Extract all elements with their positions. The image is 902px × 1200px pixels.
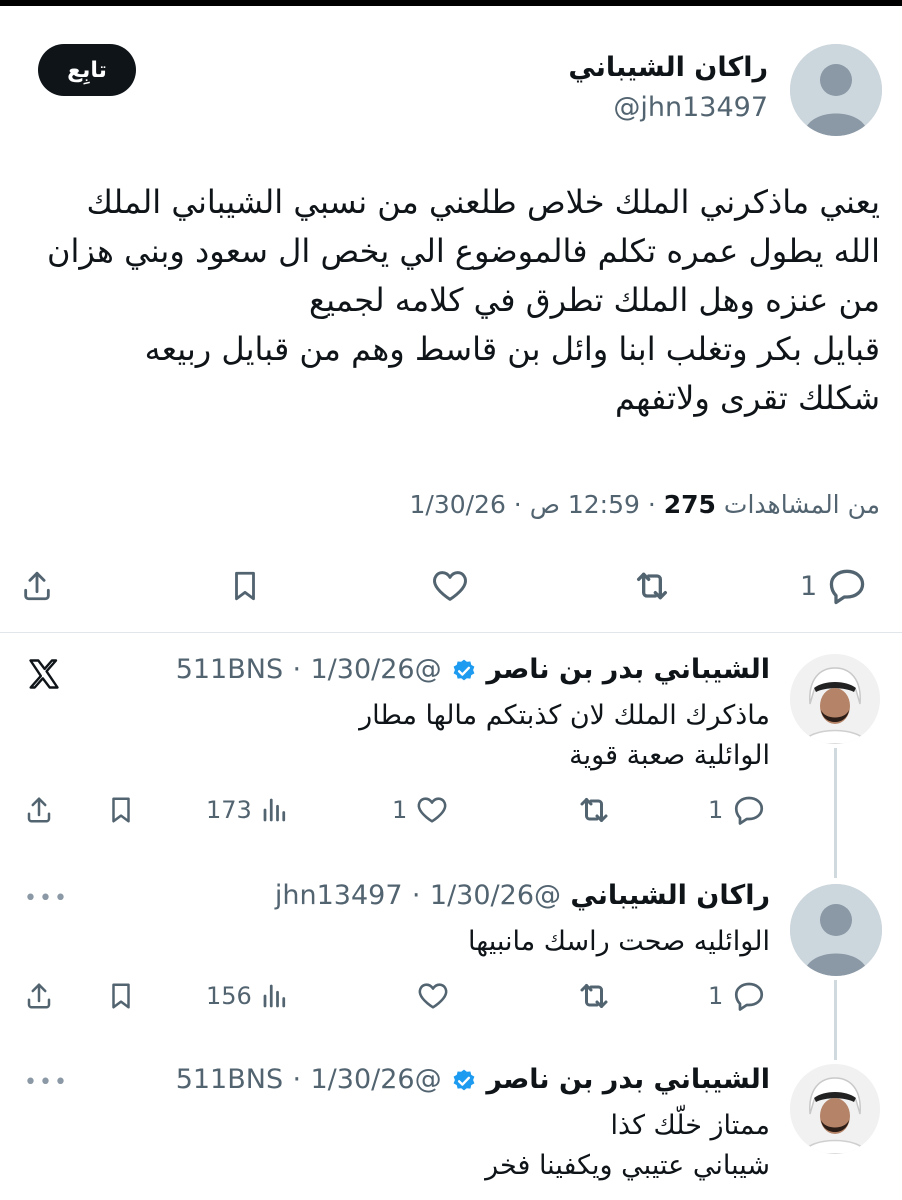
reply-line: الوائلية صعبة قوية [569,740,770,771]
retweet-icon [637,572,667,600]
reply1-text: ماذكرك الملك لان كذبتكم مالها مطار الوائ… [359,696,770,776]
more-icon[interactable]: ••• [24,886,69,911]
reply3-text: ممتاز خلّك كذا شيباني عتيبي ويكفينا فخر [485,1106,770,1186]
tweet-time[interactable]: 12:59 ص [530,490,640,519]
tweet-line: من عنزه وهل الملك تطرق في كلامه لجميع [309,281,880,319]
more-icon[interactable]: ••• [24,1070,69,1095]
share-icon [27,983,51,1009]
verified-badge-icon [453,1069,475,1090]
reply2-action-bar: 156 1 [0,966,902,1026]
follow-button[interactable]: تابِع [38,44,136,96]
main-author-avatar[interactable] [790,44,882,136]
reply-count: 1 [708,796,724,824]
retweet-icon [580,984,608,1008]
tweet-line: قبايل بكر وتغلب ابنا وائل بن قاسط وهم من… [144,330,880,368]
tweet-line: الله يطول عمره تكلم فالموضوع الي يخص ال … [46,232,880,270]
share-button[interactable] [24,966,54,1026]
x-logo-icon[interactable] [26,656,62,692]
reply1-action-bar: 173 1 1 [0,780,902,840]
reply-count: 1 [800,570,818,602]
retweet-button[interactable] [632,556,672,616]
bookmark-icon [112,983,130,1009]
reply2-text: الوائليه صحت راسك مانبيها [468,922,770,962]
heart-icon [433,571,467,601]
reply1-date[interactable]: 1/30/26 [311,654,415,685]
bookmark-button[interactable] [106,966,136,1026]
views-count: 156 [206,982,252,1010]
main-action-bar: 1 [0,556,902,616]
main-tweet-text: يعني ماذكرني الملك خلاص طلعني من نسبي ال… [20,178,880,423]
reply-icon [735,796,764,825]
retweet-icon [580,798,608,822]
reply2-avatar[interactable] [790,884,882,976]
views-button[interactable]: 173 [206,780,290,840]
views-icon [263,798,285,822]
author-name-text: الشيباني بدر بن ناصر [486,654,770,685]
views-label: من المشاهدات [723,490,880,519]
main-author-name[interactable]: راكان الشيباني [568,52,768,83]
like-button[interactable] [430,556,470,616]
tweet-meta: من المشاهدات 275 · 12:59 ص · 1/30/26 [409,490,880,519]
retweet-button[interactable] [576,780,612,840]
reply-button[interactable]: 1 [800,556,869,616]
reply3-date[interactable]: 1/30/26 [311,1064,415,1095]
heart-icon [417,797,447,823]
bookmark-button[interactable] [106,780,136,840]
views-icon [263,984,285,1008]
reply2-date[interactable]: 1/30/26 [430,880,534,911]
reply-line: الوائليه صحت راسك مانبيها [468,926,770,957]
reply-icon [735,982,764,1011]
reply1-author-name[interactable]: الشيباني بدر بن ناصر @511BNS · 1/30/26 [176,654,770,685]
reply3-avatar[interactable] [790,1064,880,1154]
heart-icon [418,983,448,1009]
tweet-line: يعني ماذكرني الملك خلاص طلعني من نسبي ال… [86,183,880,221]
views-count: 275 [663,490,716,519]
author-name-text: الشيباني بدر بن ناصر [486,1064,770,1095]
author-name-text: راكان الشيباني [570,880,770,911]
main-author-handle[interactable]: @jhn13497 [613,92,768,123]
reply-button[interactable]: 1 [708,966,767,1026]
views-button[interactable]: 156 [206,966,290,1026]
bookmark-icon [235,571,255,601]
divider [0,632,902,633]
reply-button[interactable]: 1 [708,780,767,840]
reply-icon [829,569,865,605]
share-icon [27,797,51,823]
reply-count: 1 [708,982,724,1010]
verified-badge-icon [453,659,475,680]
reply-line: شيباني عتيبي ويكفينا فخر [485,1150,770,1181]
share-button[interactable] [20,556,54,616]
like-button[interactable] [416,966,450,1026]
bookmark-icon [112,797,130,823]
reply-line: ممتاز خلّك كذا [610,1110,770,1141]
share-button[interactable] [24,780,54,840]
top-edge [0,0,902,6]
reply1-avatar[interactable] [790,654,880,744]
reply3-author-name[interactable]: الشيباني بدر بن ناصر @511BNS · 1/30/26 [176,1064,770,1095]
views-count: 173 [206,796,252,824]
tweet-date[interactable]: 1/30/26 [409,490,505,519]
bookmark-button[interactable] [228,556,262,616]
reply-line: ماذكرك الملك لان كذبتكم مالها مطار [359,700,770,731]
like-count: 1 [392,796,408,824]
retweet-button[interactable] [576,966,612,1026]
share-icon [24,571,50,601]
reply2-author-name[interactable]: راكان الشيباني @jhn13497 · 1/30/26 [275,880,770,911]
like-button[interactable]: 1 [392,780,449,840]
tweet-line: شكلك تقرى ولاتفهم [614,379,880,417]
